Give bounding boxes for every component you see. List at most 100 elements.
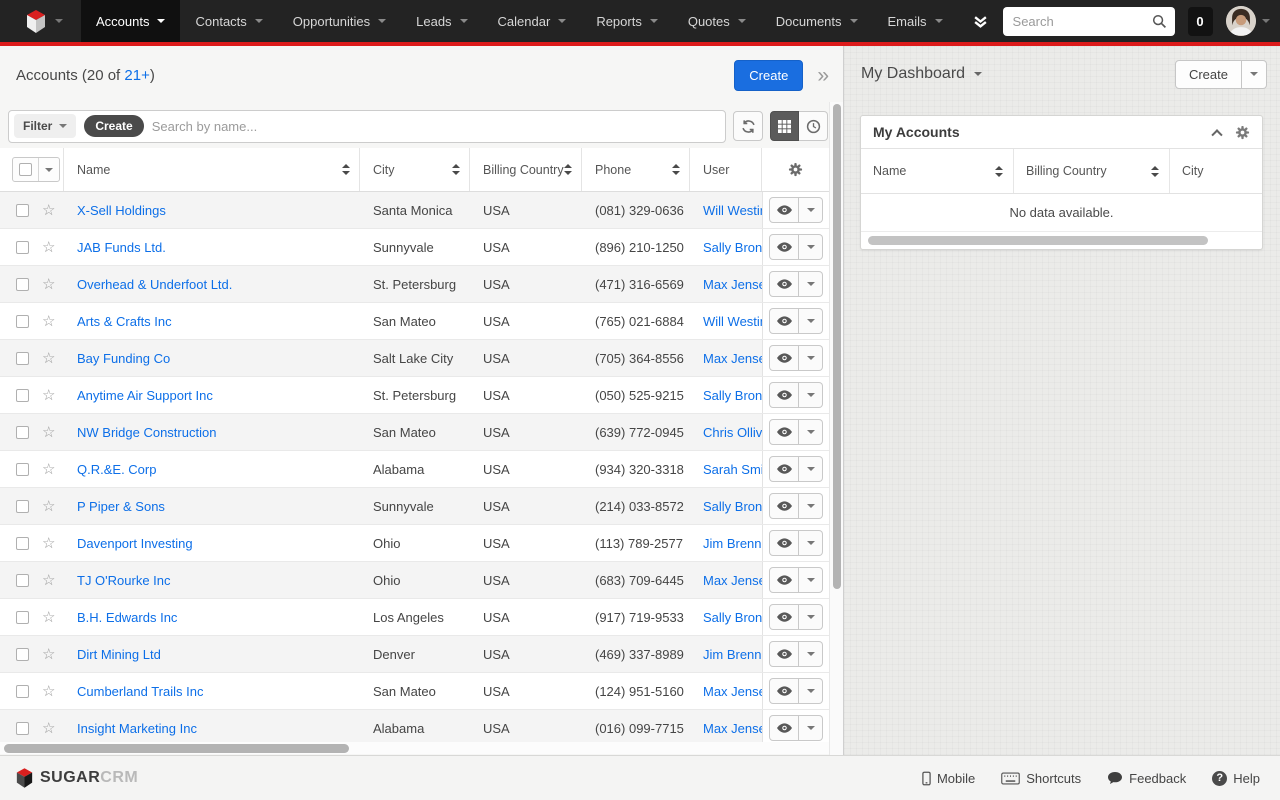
preview-button[interactable] (769, 604, 799, 630)
sort-icon[interactable] (452, 164, 460, 175)
filter-create-button[interactable]: Create (84, 115, 144, 137)
user-link[interactable]: Jim Brenna (703, 647, 762, 662)
dashboard-collapse-toggle[interactable] (817, 65, 829, 86)
account-name-link[interactable]: Overhead & Underfoot Ltd. (77, 277, 232, 292)
dashlet-column-name[interactable]: Name (873, 164, 906, 178)
account-name-link[interactable]: Insight Marketing Inc (77, 721, 197, 736)
row-checkbox[interactable] (16, 536, 29, 550)
row-checkbox[interactable] (16, 425, 29, 439)
favorite-star-icon[interactable] (42, 425, 55, 440)
nav-item-emails[interactable]: Emails (873, 0, 958, 42)
user-menu[interactable] (1225, 6, 1270, 36)
dashlet-column-billing-country[interactable]: Billing Country (1026, 164, 1107, 178)
column-header-billing-country[interactable]: Billing Country (483, 163, 564, 177)
row-checkbox[interactable] (16, 240, 29, 254)
nav-item-quotes[interactable]: Quotes (673, 0, 761, 42)
user-link[interactable]: Jim Brenna (703, 536, 762, 551)
nav-item-accounts[interactable]: Accounts (81, 0, 181, 42)
row-actions-dropdown[interactable] (799, 604, 823, 630)
user-link[interactable]: Sally Brons (703, 499, 762, 514)
favorite-star-icon[interactable] (42, 721, 55, 736)
user-link[interactable]: Max Jense (703, 351, 762, 366)
account-name-link[interactable]: Bay Funding Co (77, 351, 170, 366)
user-link[interactable]: Will Westin (703, 203, 762, 218)
row-actions-dropdown[interactable] (799, 345, 823, 371)
account-name-link[interactable]: Q.R.&E. Corp (77, 462, 156, 477)
preview-button[interactable] (769, 419, 799, 445)
row-checkbox[interactable] (16, 647, 29, 661)
preview-button[interactable] (769, 678, 799, 704)
user-link[interactable]: Sally Brons (703, 610, 762, 625)
favorite-star-icon[interactable] (42, 573, 55, 588)
row-actions-dropdown[interactable] (799, 530, 823, 556)
column-header-city[interactable]: City (373, 163, 395, 177)
dashlet-scrollbar-thumb[interactable] (868, 236, 1208, 245)
nav-item-calendar[interactable]: Calendar (483, 0, 582, 42)
row-actions-dropdown[interactable] (799, 567, 823, 593)
select-all-checkbox[interactable] (19, 163, 32, 176)
row-checkbox[interactable] (16, 499, 29, 513)
user-link[interactable]: Will Westin (703, 314, 762, 329)
user-link[interactable]: Sarah Smit (703, 462, 762, 477)
account-name-link[interactable]: TJ O'Rourke Inc (77, 573, 171, 588)
select-all-dropdown[interactable] (38, 158, 59, 181)
dashboard-create-button[interactable]: Create (1174, 59, 1242, 89)
horizontal-scrollbar-thumb[interactable] (4, 744, 349, 753)
favorite-star-icon[interactable] (42, 314, 55, 329)
favorite-star-icon[interactable] (42, 203, 55, 218)
refresh-button[interactable] (733, 111, 763, 141)
row-actions-dropdown[interactable] (799, 456, 823, 482)
favorite-star-icon[interactable] (42, 499, 55, 514)
user-link[interactable]: Max Jense (703, 684, 762, 699)
user-link[interactable]: Max Jense (703, 573, 762, 588)
row-actions-dropdown[interactable] (799, 234, 823, 260)
preview-button[interactable] (769, 382, 799, 408)
preview-button[interactable] (769, 271, 799, 297)
row-actions-dropdown[interactable] (799, 678, 823, 704)
nav-item-opportunities[interactable]: Opportunities (278, 0, 401, 42)
account-name-link[interactable]: P Piper & Sons (77, 499, 165, 514)
row-actions-dropdown[interactable] (799, 641, 823, 667)
row-checkbox[interactable] (16, 388, 29, 402)
account-name-link[interactable]: Dirt Mining Ltd (77, 647, 161, 662)
menu-more-button[interactable] (958, 0, 1003, 42)
user-link[interactable]: Sally Brons (703, 388, 762, 403)
sort-icon[interactable] (564, 164, 572, 175)
preview-button[interactable] (769, 530, 799, 556)
gear-icon[interactable] (788, 162, 803, 177)
list-search-input[interactable] (151, 118, 719, 134)
footer-mobile-link[interactable]: Mobile (922, 771, 975, 786)
preview-button[interactable] (769, 345, 799, 371)
favorite-star-icon[interactable] (42, 240, 55, 255)
create-button[interactable]: Create (734, 59, 804, 91)
user-link[interactable]: Chris Ollive (703, 425, 762, 440)
dashboard-title[interactable]: My Dashboard (861, 65, 983, 83)
favorite-star-icon[interactable] (42, 610, 55, 625)
row-checkbox[interactable] (16, 462, 29, 476)
favorite-star-icon[interactable] (42, 536, 55, 551)
list-view-button[interactable] (770, 111, 799, 141)
preview-button[interactable] (769, 197, 799, 223)
account-name-link[interactable]: Anytime Air Support Inc (77, 388, 213, 403)
footer-shortcuts-link[interactable]: Shortcuts (1001, 771, 1081, 786)
row-checkbox[interactable] (16, 610, 29, 624)
column-header-user[interactable]: User (703, 163, 729, 177)
preview-button[interactable] (769, 456, 799, 482)
sort-icon[interactable] (342, 164, 350, 175)
dashlet-column-city[interactable]: City (1182, 164, 1204, 178)
account-name-link[interactable]: B.H. Edwards Inc (77, 610, 177, 625)
column-header-phone[interactable]: Phone (595, 163, 631, 177)
vertical-scrollbar-thumb[interactable] (833, 104, 841, 589)
row-actions-dropdown[interactable] (799, 493, 823, 519)
sort-icon[interactable] (1151, 165, 1159, 177)
row-actions-dropdown[interactable] (799, 197, 823, 223)
global-search-input[interactable] (1002, 6, 1175, 36)
row-checkbox[interactable] (16, 351, 29, 365)
filter-button[interactable]: Filter (14, 114, 77, 138)
row-checkbox[interactable] (16, 203, 29, 217)
row-actions-dropdown[interactable] (799, 308, 823, 334)
collapse-icon[interactable] (1211, 129, 1223, 141)
row-checkbox[interactable] (16, 684, 29, 698)
row-actions-dropdown[interactable] (799, 715, 823, 741)
row-actions-dropdown[interactable] (799, 271, 823, 297)
